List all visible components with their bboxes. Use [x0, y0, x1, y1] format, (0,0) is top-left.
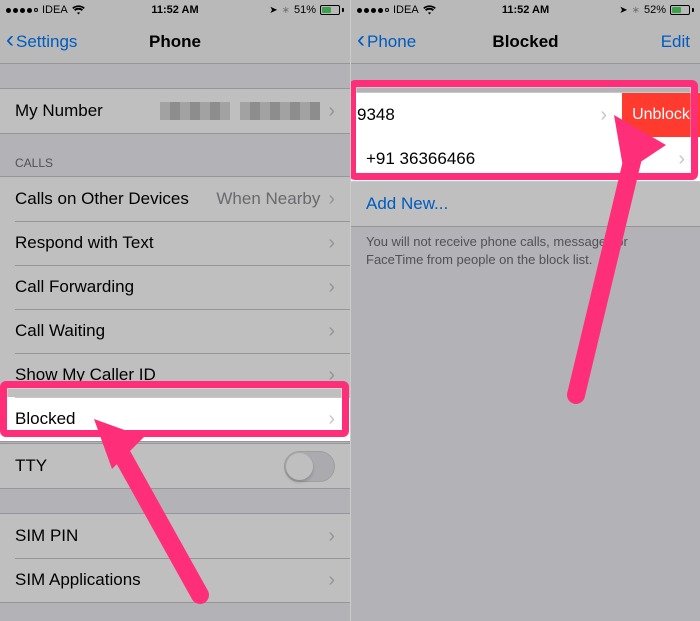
blocked-number-row[interactable]: 9348 › Unblock [351, 93, 700, 137]
my-number-label: My Number [15, 101, 160, 121]
chevron-right-icon: › [328, 320, 335, 343]
wifi-icon [423, 5, 436, 15]
chevron-left-icon: ‹ [6, 28, 14, 52]
chevron-right-icon: › [328, 276, 335, 299]
cell-label: Calls on Other Devices [15, 189, 216, 209]
bluetooth-icon: ∗ [282, 5, 290, 16]
call-forwarding-row[interactable]: Call Forwarding › [0, 265, 350, 309]
nav-title: Blocked [492, 32, 558, 52]
back-label: Settings [16, 32, 77, 52]
carrier-label: IDEA [42, 4, 68, 16]
chevron-right-icon: › [328, 408, 335, 431]
add-new-row[interactable]: Add New... [351, 182, 700, 226]
cell-label: Show My Caller ID [15, 365, 328, 385]
status-bar: IDEA 11:52 AM ➤ ∗ 51% [0, 0, 350, 20]
cell-label: SIM Applications [15, 570, 328, 590]
carrier-label: IDEA [393, 4, 419, 16]
battery-percent: 51% [294, 4, 316, 16]
status-time: 11:52 AM [502, 4, 549, 16]
cell-label: Call Waiting [15, 321, 328, 341]
call-waiting-row[interactable]: Call Waiting › [0, 309, 350, 353]
chevron-left-icon: ‹ [357, 28, 365, 52]
sim-applications-row[interactable]: SIM Applications › [0, 558, 350, 602]
show-caller-id-row[interactable]: Show My Caller ID › [0, 353, 350, 397]
blocked-number-label: 9348 [357, 105, 600, 125]
back-label: Phone [367, 32, 416, 52]
chevron-right-icon: › [328, 188, 335, 211]
nav-bar: ‹ Phone Blocked Edit [351, 20, 700, 64]
chevron-right-icon: › [600, 104, 607, 127]
battery-icon [670, 5, 694, 15]
battery-icon [320, 5, 344, 15]
bluetooth-icon: ∗ [632, 5, 640, 16]
back-button[interactable]: ‹ Settings [6, 31, 77, 52]
cell-label: TTY [15, 456, 284, 476]
cell-label: Blocked [15, 409, 328, 429]
location-icon: ➤ [619, 5, 627, 16]
sim-pin-row[interactable]: SIM PIN › [0, 514, 350, 558]
cell-label: Call Forwarding [15, 277, 328, 297]
back-button[interactable]: ‹ Phone [357, 31, 416, 52]
my-number-row[interactable]: My Number › [0, 89, 350, 133]
chevron-right-icon: › [678, 148, 685, 171]
nav-title: Phone [149, 32, 201, 52]
tty-row[interactable]: TTY [0, 444, 350, 488]
chevron-right-icon: › [328, 569, 335, 592]
location-icon: ➤ [269, 5, 277, 16]
right-blocked-screen: IDEA 11:52 AM ➤ ∗ 52% ‹ Phone [350, 0, 700, 621]
unblock-button[interactable]: Unblock [622, 93, 700, 137]
wifi-icon [72, 5, 85, 15]
cell-label: SIM PIN [15, 526, 328, 546]
respond-with-text-row[interactable]: Respond with Text › [0, 221, 350, 265]
blocked-number-label: +91 36366466 [366, 149, 678, 169]
signal-strength-icon [6, 8, 38, 13]
battery-percent: 52% [644, 4, 666, 16]
tty-switch[interactable] [284, 451, 335, 482]
blocked-row[interactable]: Blocked › [0, 397, 350, 441]
chevron-right-icon: › [328, 364, 335, 387]
block-list-footer: You will not receive phone calls, messag… [351, 227, 700, 274]
nav-bar: ‹ Settings Phone [0, 20, 350, 64]
status-time: 11:52 AM [151, 4, 198, 16]
redacted-number [160, 102, 320, 120]
blocked-number-row[interactable]: +91 36366466 › [351, 137, 700, 181]
cell-label: Respond with Text [15, 233, 328, 253]
add-new-label: Add New... [366, 194, 685, 214]
edit-button[interactable]: Edit [661, 32, 690, 52]
status-bar: IDEA 11:52 AM ➤ ∗ 52% [351, 0, 700, 20]
cell-detail: When Nearby [216, 189, 320, 209]
calls-section-header: CALLS [0, 134, 350, 176]
chevron-right-icon: › [328, 100, 335, 123]
chevron-right-icon: › [328, 525, 335, 548]
calls-other-devices-row[interactable]: Calls on Other Devices When Nearby › [0, 177, 350, 221]
left-phone-settings-screen: IDEA 11:52 AM ➤ ∗ 51% ‹ Settings [0, 0, 350, 621]
signal-strength-icon [357, 8, 389, 13]
chevron-right-icon: › [328, 232, 335, 255]
